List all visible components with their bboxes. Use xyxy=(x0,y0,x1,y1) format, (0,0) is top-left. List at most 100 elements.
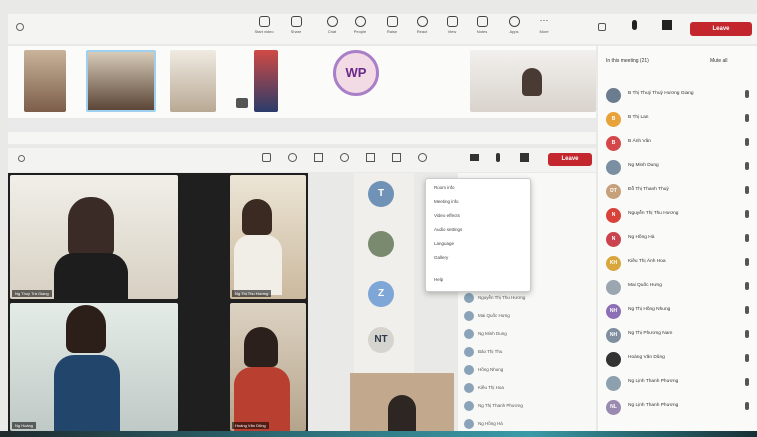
mic-icon[interactable] xyxy=(745,330,749,338)
notification-banner xyxy=(8,120,596,132)
wp-avatar[interactable]: WP xyxy=(333,50,379,96)
list-item[interactable]: Ng Hồng Hà xyxy=(464,417,503,431)
participant-row[interactable]: B Thị Thuý Thuỷ Hương Giang xyxy=(606,86,751,104)
mic-icon[interactable] xyxy=(745,378,749,386)
participant-name: Kiều Thị Ánh Hoa xyxy=(628,259,666,264)
mic-icon[interactable] xyxy=(745,402,749,410)
participant-row[interactable]: N Nguyễn Thị Thu Hương xyxy=(606,206,751,224)
participant-row[interactable]: NL Ng Lịnh Thanh Phương xyxy=(606,398,751,416)
participant-row[interactable]: B B Thị Lan xyxy=(606,110,751,128)
mic-icon[interactable] xyxy=(745,258,749,266)
menu-item[interactable]: Help xyxy=(434,277,443,282)
participant-row[interactable]: KH Kiều Thị Ánh Hoa xyxy=(606,254,751,272)
avatar: DT xyxy=(606,184,621,199)
list-item[interactable]: Ng Thị Thanh Phương xyxy=(464,399,523,413)
participant-row[interactable]: DT Đỗ Thị Thanh Thuỷ xyxy=(606,182,751,200)
menu-item-label: Room info xyxy=(434,185,455,190)
tb-btn-3[interactable]: People xyxy=(348,16,372,44)
menu-item[interactable]: Gallery xyxy=(434,255,448,260)
avatar-initial: Z xyxy=(377,288,385,299)
list-item[interactable]: Kiều Thị Hoa xyxy=(464,381,504,395)
tb-btn-6[interactable]: View xyxy=(440,16,464,44)
tb-btn-2[interactable]: Chat xyxy=(320,16,344,44)
tb-btn-1[interactable]: Share xyxy=(284,16,308,44)
inner-react-icon[interactable] xyxy=(340,153,349,162)
inner-leave-button[interactable]: Leave xyxy=(548,153,592,166)
avatar-photo[interactable] xyxy=(368,231,394,257)
inner-view-icon[interactable] xyxy=(366,153,375,162)
avatar-initial: NT xyxy=(374,334,388,345)
self-view-video[interactable] xyxy=(350,373,454,433)
avatar xyxy=(606,160,621,175)
mic-icon[interactable] xyxy=(745,306,749,314)
mute-all-button[interactable]: Mute all xyxy=(710,58,728,64)
inner-share-icon[interactable] xyxy=(520,153,529,162)
tb-btn-7[interactable]: Notes xyxy=(470,16,494,44)
participant-row[interactable]: NH Ng Thị Hồng Nhung xyxy=(606,302,751,320)
inner-video-icon[interactable] xyxy=(262,153,271,162)
thumb-1[interactable] xyxy=(24,50,66,112)
participant-row[interactable]: NH Ng Thị Phương Nam xyxy=(606,326,751,344)
avatar xyxy=(464,382,474,393)
menu-item[interactable]: Audio settings xyxy=(434,227,462,232)
avatar-t[interactable]: T xyxy=(368,181,394,207)
tile-2[interactable]: Ng Thị Thu Hương xyxy=(230,175,306,299)
leave-button[interactable]: Leave xyxy=(690,22,752,36)
participant-row[interactable]: Ng Minh Dung xyxy=(606,158,751,176)
avatar-nt[interactable]: NT xyxy=(368,327,394,353)
thumb-2[interactable] xyxy=(86,50,156,112)
thumb-5[interactable] xyxy=(470,50,596,112)
mic-icon[interactable] xyxy=(745,210,749,218)
tile-4[interactable]: Hoàng Văn Dũng xyxy=(230,303,306,431)
mic-icon[interactable] xyxy=(745,354,749,362)
mic-icon[interactable] xyxy=(745,138,749,146)
menu-item[interactable]: Room info xyxy=(434,185,455,190)
tile-1[interactable]: Ng Thuý Trà Giang xyxy=(10,175,178,299)
menu-item-label: Video effects xyxy=(434,213,460,218)
tb-btn-9[interactable]: ··· More xyxy=(532,16,556,44)
tb-label: People xyxy=(353,29,367,34)
inner-raise-icon[interactable] xyxy=(314,153,323,162)
inner-mic-icon[interactable] xyxy=(496,153,500,162)
list-item[interactable]: Mai Quốc Hưng xyxy=(464,309,510,323)
outer-toolbar: Start video Share Chat People Raise Reac… xyxy=(8,14,596,44)
mic-icon[interactable] xyxy=(745,282,749,290)
tb-btn-5[interactable]: React xyxy=(410,16,434,44)
avatar xyxy=(464,364,474,375)
list-item[interactable]: Bảo Thị Thu xyxy=(464,345,502,359)
inner-people-icon[interactable] xyxy=(288,153,297,162)
list-item[interactable]: Nguyễn Thị Thu Hương xyxy=(464,291,525,305)
camera-icon[interactable] xyxy=(598,23,606,31)
tb-btn-0[interactable]: Start video xyxy=(252,16,276,44)
mic-icon[interactable] xyxy=(745,162,749,170)
share-screen-icon[interactable] xyxy=(662,20,672,30)
participant-row[interactable]: Hoàng Văn Dũng xyxy=(606,350,751,368)
mic-icon[interactable] xyxy=(745,234,749,242)
avatar-z[interactable]: Z xyxy=(368,281,394,307)
mic-icon[interactable] xyxy=(632,20,637,30)
menu-item[interactable]: Video effects xyxy=(434,213,460,218)
mic-icon[interactable] xyxy=(745,186,749,194)
list-item[interactable]: Ng Minh Dung xyxy=(464,327,507,341)
participant-row[interactable]: Mai Quốc Hưng xyxy=(606,278,751,296)
tb-btn-8[interactable]: Apps xyxy=(502,16,526,44)
avatar: N xyxy=(606,232,621,247)
inner-camera-icon[interactable] xyxy=(470,154,479,161)
menu-item[interactable]: Language xyxy=(434,241,454,246)
participant-row[interactable]: N Ng Hồng Hà xyxy=(606,230,751,248)
tb-label: React xyxy=(416,29,428,34)
mic-icon[interactable] xyxy=(745,114,749,122)
list-item[interactable]: Hồng Nhung xyxy=(464,363,503,377)
inner-notes-icon[interactable] xyxy=(392,153,401,162)
thumb-4[interactable] xyxy=(254,50,278,112)
participant-name: Ng Thị Hồng Nhung xyxy=(628,307,671,312)
menu-item[interactable]: Meeting info xyxy=(434,199,459,204)
thumb-3[interactable] xyxy=(170,50,216,112)
tile-3[interactable]: Ng Hoàng xyxy=(10,303,178,431)
tb-btn-4[interactable]: Raise xyxy=(380,16,404,44)
inner-apps-icon[interactable] xyxy=(418,153,427,162)
participant-row[interactable]: B B Ánh Vân xyxy=(606,134,751,152)
mic-icon[interactable] xyxy=(745,90,749,98)
participant-row[interactable]: Ng Lịnh Thanh Phương xyxy=(606,374,751,392)
list-item-label: Nguyễn Thị Thu Hương xyxy=(478,295,526,300)
